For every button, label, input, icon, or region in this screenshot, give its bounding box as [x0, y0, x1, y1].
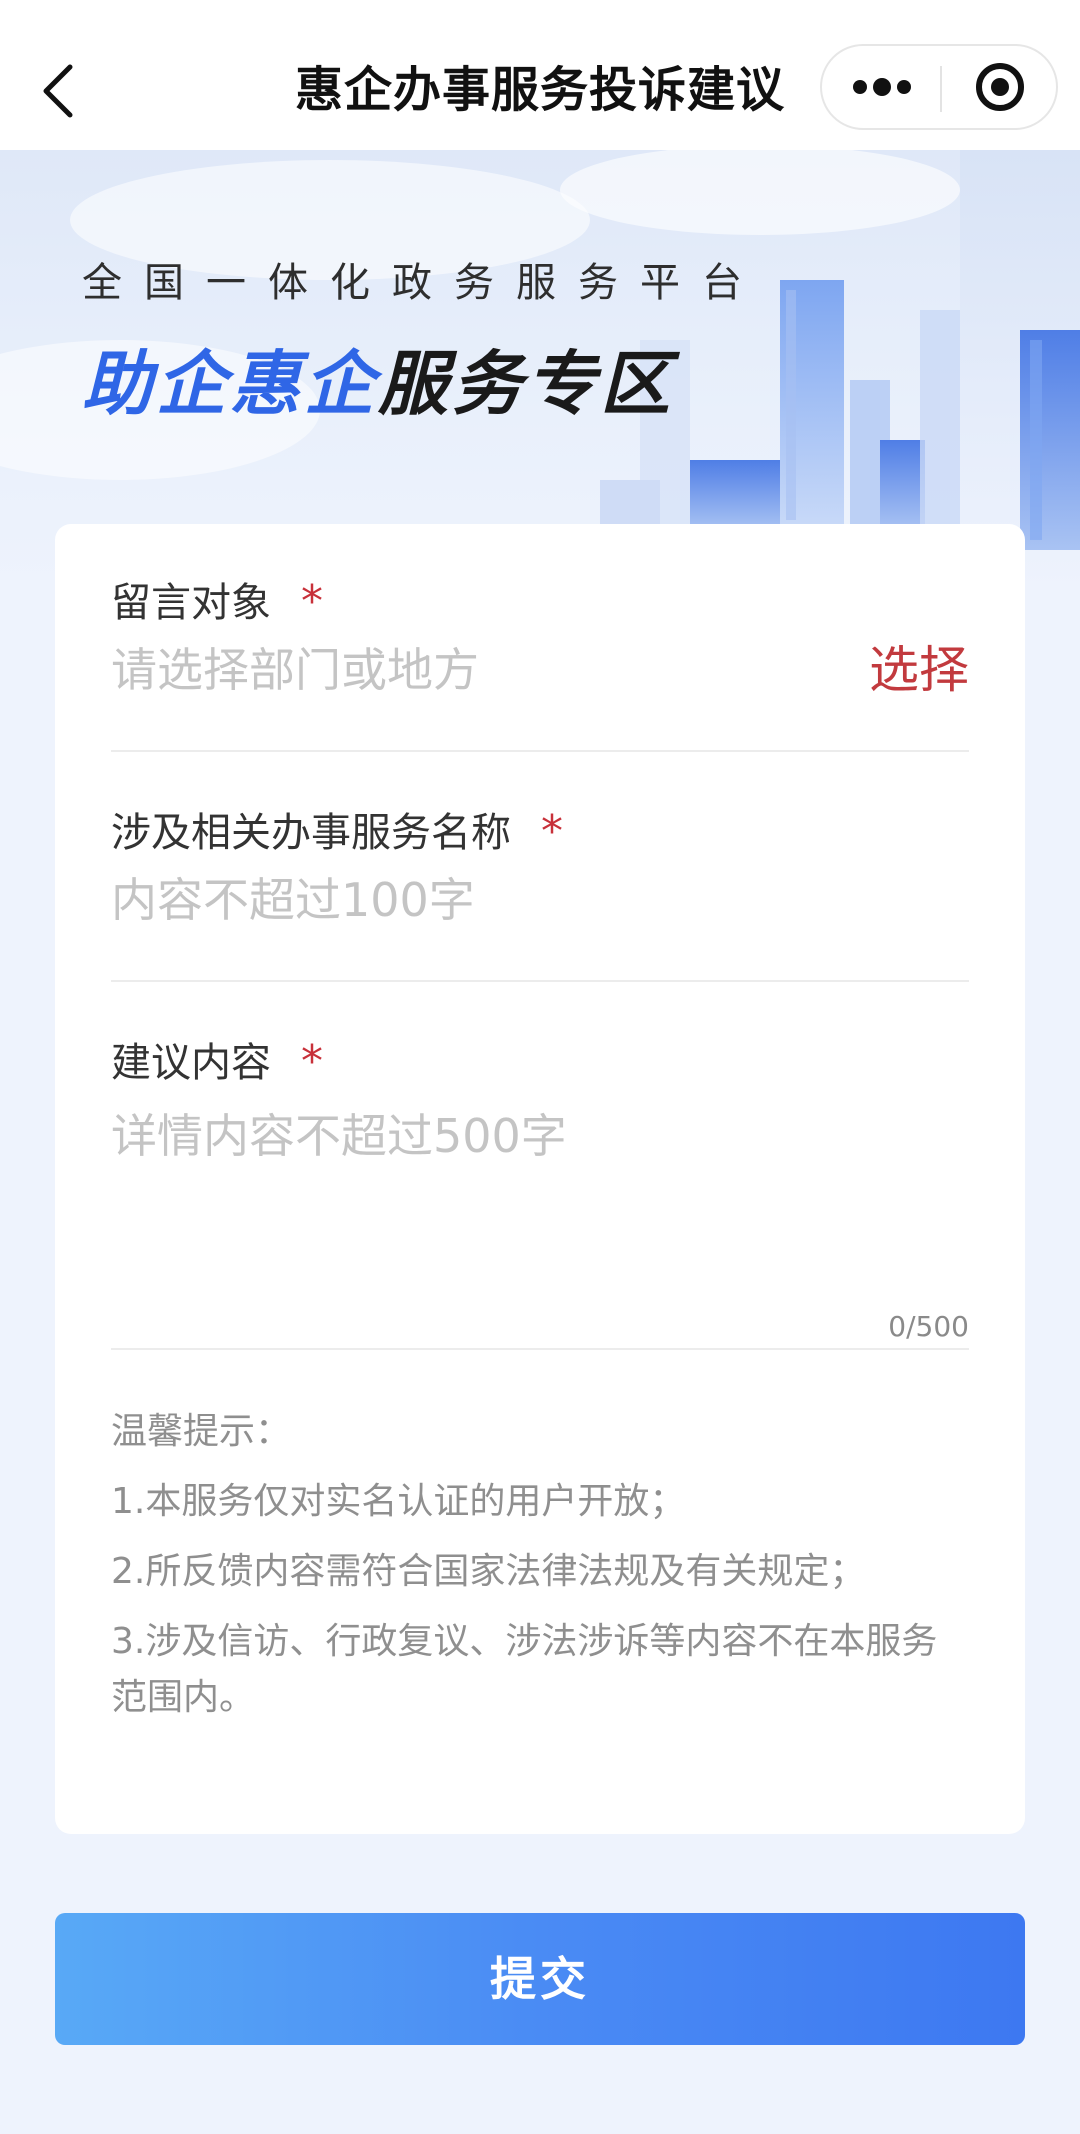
banner-subtitle: 全国一体化政务服务平台 — [82, 260, 764, 306]
target-label-text: 留言对象 — [111, 580, 271, 626]
content-label-text: 建议内容 — [111, 1040, 271, 1086]
required-mark: * — [301, 576, 323, 627]
service-name-input[interactable]: 内容不超过100字 — [111, 868, 969, 932]
tips-item: 2.所反馈内容需符合国家法律法规及有关规定； — [111, 1551, 866, 1592]
divider — [111, 750, 969, 752]
content-label: 建议内容 * — [111, 1034, 969, 1090]
target-label: 留言对象 * — [111, 574, 969, 630]
close-mini-program-button[interactable] — [942, 46, 1058, 128]
service-name-field[interactable]: 涉及相关办事服务名称 * 内容不超过100字 — [111, 804, 969, 932]
tips-title: 温馨提示： — [111, 1411, 292, 1452]
tips-item: 1.本服务仅对实名认证的用户开放； — [111, 1481, 686, 1522]
back-button[interactable] — [34, 55, 86, 127]
submit-button[interactable]: 提交 — [55, 1913, 1025, 2045]
char-counter: 0/500 — [888, 1310, 969, 1343]
tips-section: 温馨提示： 1.本服务仅对实名认证的用户开放； 2.所反馈内容需符合国家法律法规… — [111, 1404, 969, 1740]
chevron-left-icon — [43, 64, 73, 118]
required-mark: * — [541, 806, 563, 857]
service-name-label-text: 涉及相关办事服务名称 — [111, 810, 511, 856]
tips-item: 3.涉及信访、行政复议、涉法涉诉等内容不在本服务范围内。 — [111, 1621, 938, 1718]
form-card: 留言对象 * 请选择部门或地方 选择 涉及相关办事服务名称 * 内容不超过100字 … — [55, 524, 1025, 1834]
banner-title-highlight: 助企惠企 — [82, 343, 378, 425]
divider — [111, 980, 969, 982]
banner-title: 助企惠企服务专区 — [82, 328, 674, 429]
required-mark: * — [301, 1036, 323, 1087]
target-circle-icon — [976, 63, 1024, 111]
page-title: 惠企办事服务投诉建议 — [294, 62, 785, 118]
content-textarea[interactable]: 详情内容不超过500字 — [111, 1104, 969, 1304]
banner-title-rest: 服务专区 — [378, 343, 674, 425]
target-field[interactable]: 留言对象 * 请选择部门或地方 选择 — [111, 574, 969, 702]
more-dots-icon — [853, 78, 911, 96]
mini-program-capsule — [820, 44, 1058, 130]
select-target-button[interactable]: 选择 — [869, 638, 969, 702]
service-name-label: 涉及相关办事服务名称 * — [111, 804, 969, 860]
more-button[interactable] — [822, 46, 940, 128]
navigation-bar: 惠企办事服务投诉建议 — [0, 0, 1080, 150]
divider — [111, 1348, 969, 1350]
content-field[interactable]: 建议内容 * 详情内容不超过500字 — [111, 1034, 969, 1304]
target-placeholder: 请选择部门或地方 — [111, 643, 479, 697]
